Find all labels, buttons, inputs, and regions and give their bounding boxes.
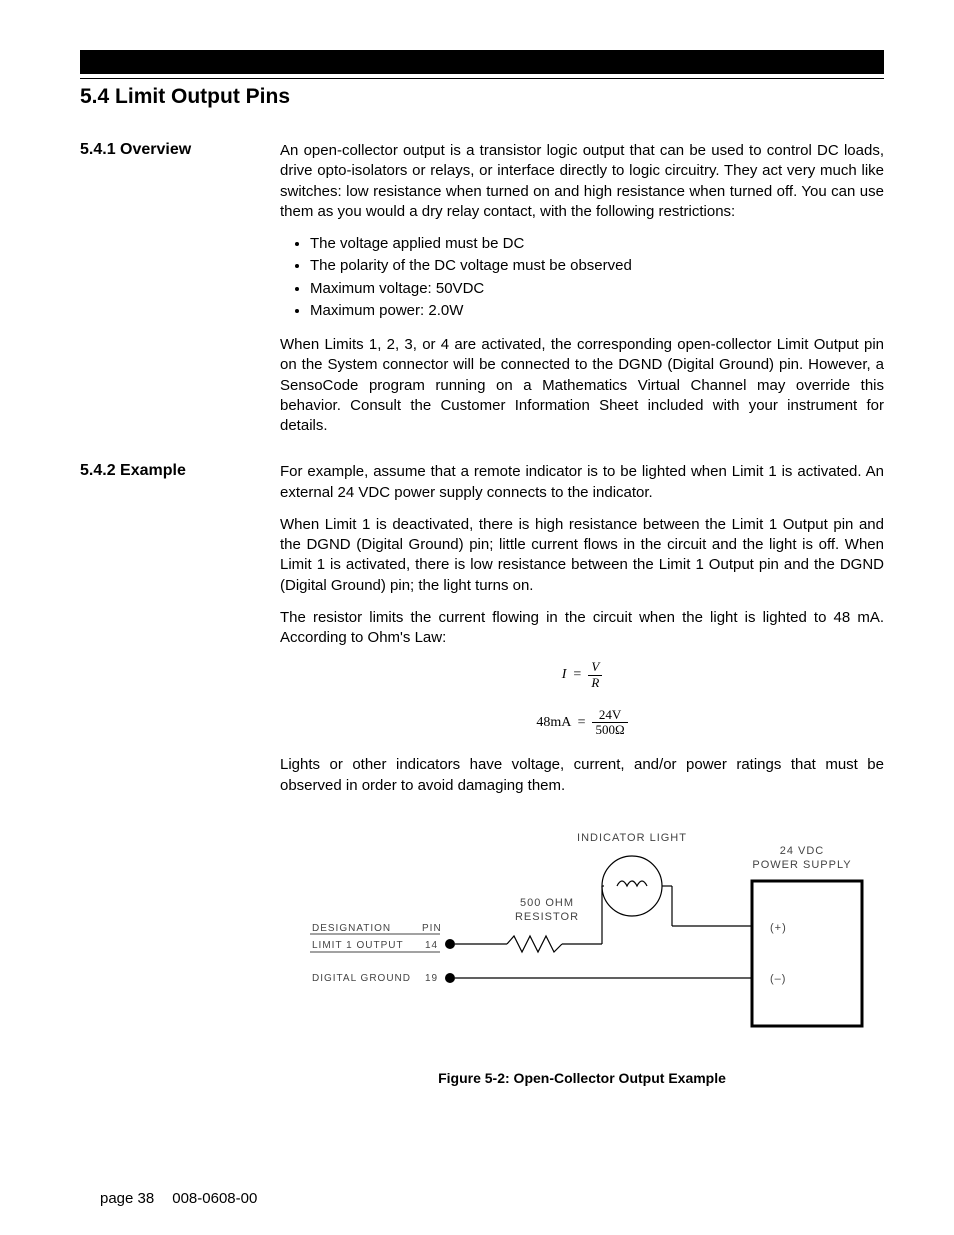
figure-caption: Figure 5-2: Open-Collector Output Exampl… (280, 1070, 884, 1086)
header-bar (80, 50, 884, 74)
footer-doc: 008-0608-00 (172, 1190, 257, 1207)
example-para-1: For example, assume that a remote indica… (280, 462, 884, 503)
bullet-item: The voltage applied must be DC (310, 234, 884, 254)
overview-bullets: The voltage applied must be DC The polar… (310, 234, 884, 321)
label-dgnd-pin: 19 (425, 973, 438, 984)
subsection-overview: 5.4.1 Overview An open-collector output … (80, 141, 884, 448)
label-dgnd: DIGITAL GROUND (312, 973, 411, 984)
label-pin: PIN (422, 923, 442, 934)
page: 5.4 Limit Output Pins 5.4.1 Overview An … (0, 0, 954, 1235)
figure: .lbl { font-family: Arial, sans-serif; f… (280, 826, 884, 1086)
eq-fraction: 24V 500Ω (592, 708, 627, 738)
bullet-item: The polarity of the DC voltage must be o… (310, 256, 884, 276)
header-rule (80, 78, 884, 79)
footer-page: page 38 (100, 1190, 154, 1207)
overview-para-1: An open-collector output is a transistor… (280, 141, 884, 222)
equation-ohms-law: I = V R (280, 660, 884, 690)
example-heading: 5.4.2 Example (80, 462, 280, 1086)
eq-numerator: V (588, 660, 602, 675)
eq-sign: = (578, 715, 586, 730)
eq-lhs: 48mA (536, 715, 570, 730)
example-body: For example, assume that a remote indica… (280, 462, 884, 1086)
label-limit1-pin: 14 (425, 940, 438, 951)
label-supply-2: POWER SUPPLY (752, 859, 851, 871)
example-para-2: When Limit 1 is deactivated, there is hi… (280, 515, 884, 596)
label-resistor-2: RESISTOR (515, 911, 579, 923)
overview-heading: 5.4.1 Overview (80, 141, 280, 448)
eq-fraction: V R (588, 660, 602, 690)
example-para-4: Lights or other indicators have voltage,… (280, 755, 884, 796)
eq-sign: = (573, 667, 581, 682)
overview-body: An open-collector output is a transistor… (280, 141, 884, 448)
eq-denominator: R (588, 676, 602, 690)
circuit-diagram-icon: .lbl { font-family: Arial, sans-serif; f… (292, 826, 872, 1046)
label-limit1: LIMIT 1 OUTPUT (312, 940, 404, 951)
section-title: 5.4 Limit Output Pins (80, 85, 884, 109)
eq-numerator: 24V (592, 708, 627, 723)
equation-numeric: 48mA = 24V 500Ω (280, 708, 884, 738)
subsection-example: 5.4.2 Example For example, assume that a… (80, 462, 884, 1086)
bullet-item: Maximum voltage: 50VDC (310, 279, 884, 299)
page-footer: page 38 008-0608-00 (100, 1190, 257, 1207)
eq-denominator: 500Ω (592, 723, 627, 737)
label-indicator: INDICATOR LIGHT (577, 832, 687, 844)
overview-para-2: When Limits 1, 2, 3, or 4 are activated,… (280, 335, 884, 436)
label-minus: (–) (770, 973, 786, 985)
eq-lhs: I (562, 667, 567, 682)
label-resistor-1: 500 OHM (520, 897, 574, 909)
label-designation: DESIGNATION (312, 923, 391, 934)
bullet-item: Maximum power: 2.0W (310, 301, 884, 321)
label-plus: (+) (770, 922, 787, 934)
example-para-3: The resistor limits the current flowing … (280, 608, 884, 649)
label-supply-1: 24 VDC (780, 845, 825, 857)
